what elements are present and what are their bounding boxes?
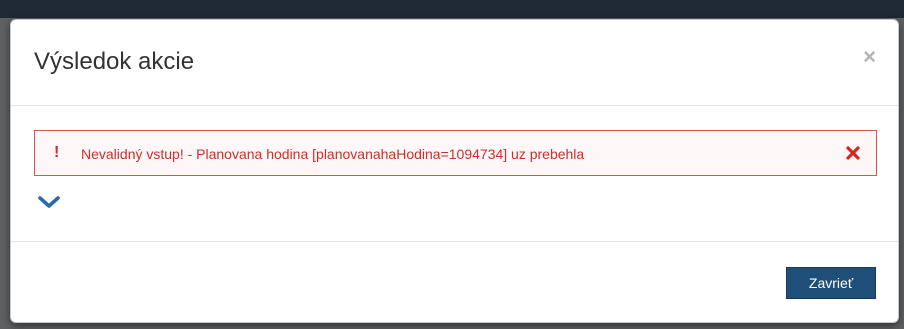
error-message: Nevalidný vstup! - Planovana hodina [pla… xyxy=(81,146,585,162)
error-alert: ! Nevalidný vstup! - Planovana hodina [p… xyxy=(34,130,877,176)
result-dialog: Výsledok akcie × ! Nevalidný vstup! - Pl… xyxy=(10,19,899,323)
chevron-down-icon[interactable] xyxy=(37,194,61,210)
dialog-header: Výsledok akcie × xyxy=(11,20,898,106)
dialog-footer: Zavrieť xyxy=(11,241,898,322)
page-backdrop xyxy=(0,0,904,18)
close-button[interactable]: Zavrieť xyxy=(786,267,876,299)
dialog-title: Výsledok akcie xyxy=(34,48,195,75)
dialog-body: ! Nevalidný vstup! - Planovana hodina [p… xyxy=(11,107,898,241)
exclamation-icon: ! xyxy=(54,144,60,161)
close-icon[interactable]: × xyxy=(863,46,876,68)
times-icon[interactable] xyxy=(844,143,862,163)
